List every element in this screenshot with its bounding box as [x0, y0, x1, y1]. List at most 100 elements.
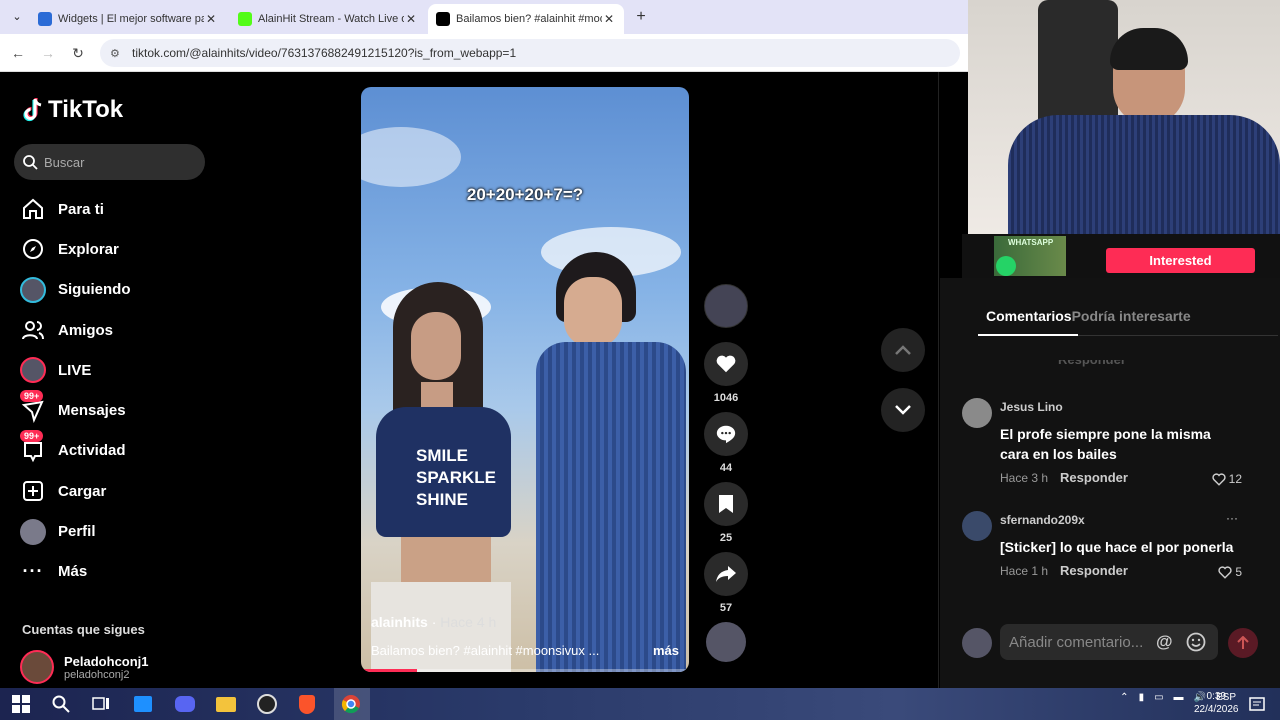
comment-username[interactable]: Jesus Lino	[1000, 400, 1063, 414]
new-tab-icon[interactable]: +	[632, 8, 650, 26]
sidebar-item-label: Cargar	[58, 482, 107, 500]
sidebar-item-cargar[interactable]: Cargar	[18, 471, 208, 511]
video-author[interactable]: alainhits	[371, 614, 428, 630]
sidebar-item-explorar[interactable]: Explorar	[18, 229, 208, 269]
panel-divider	[938, 72, 939, 688]
next-video-button[interactable]	[881, 388, 925, 432]
comment-like-button[interactable]: 12	[1212, 472, 1242, 486]
close-icon[interactable]: ✕	[404, 12, 418, 26]
comment-username[interactable]: sfernando209x	[1000, 513, 1085, 527]
following-avatar	[18, 275, 48, 305]
chrome-icon[interactable]	[340, 693, 362, 715]
close-icon[interactable]: ✕	[204, 12, 218, 26]
chevron-up-icon[interactable]: ⌃	[1120, 692, 1128, 703]
comment-button[interactable]	[704, 412, 748, 456]
emoji-icon[interactable]	[1186, 632, 1206, 652]
sidebar-item-label: Siguiendo	[58, 281, 131, 299]
sidebar-item-mensajes[interactable]: 99+ Mensajes	[18, 389, 208, 430]
forward-arrow-icon[interactable]: →	[38, 43, 58, 63]
site-settings-icon[interactable]: ⚙	[110, 47, 124, 60]
reply-button[interactable]: Responder	[1060, 470, 1128, 485]
save-button[interactable]	[704, 482, 748, 526]
tab-suggested[interactable]: Podría interesarte	[1072, 308, 1191, 324]
reply-button[interactable]: Responder	[1060, 563, 1128, 578]
video-progress-fill	[361, 669, 417, 672]
brave-icon[interactable]	[296, 693, 318, 715]
promo-thumbnail: WHATSAPP	[994, 236, 1066, 276]
tab-title: Widgets | El mejor software par	[58, 13, 204, 25]
sidebar-item-perfil[interactable]: Perfil	[18, 511, 208, 551]
compass-icon	[18, 234, 48, 264]
store-icon[interactable]	[132, 693, 154, 715]
share-button[interactable]	[704, 552, 748, 596]
sidebar-item-actividad[interactable]: 99+ Actividad	[18, 429, 208, 471]
heart-outline-icon	[1218, 565, 1232, 579]
mention-icon[interactable]: @	[1156, 632, 1173, 652]
usb-icon[interactable]: ▮	[1139, 692, 1145, 703]
tab-title: AlainHit Stream - Watch Live or	[258, 13, 404, 25]
search-input[interactable]: Buscar	[14, 144, 205, 180]
browser-tab[interactable]: Widgets | El mejor software par ✕	[30, 4, 226, 34]
comment-like-count: 5	[1235, 565, 1242, 579]
back-arrow-icon[interactable]: ←	[8, 43, 28, 63]
tab-comments[interactable]: Comentarios	[986, 308, 1072, 324]
sidebar-item-amigos[interactable]: Amigos	[18, 310, 208, 350]
browser-tab-active[interactable]: Bailamos bien? #alainhit #moon ✕	[428, 4, 624, 34]
previous-video-button[interactable]	[881, 328, 925, 372]
avatar[interactable]	[962, 398, 992, 428]
battery-icon[interactable]: ▬	[1174, 692, 1184, 703]
post-comment-button[interactable]	[1228, 628, 1258, 658]
clock-time: 0:39	[1206, 691, 1226, 702]
music-disc-avatar[interactable]	[706, 622, 746, 662]
windows-taskbar: ⌃ ▮ ▭ ▬ 🔊 ESP 0:39 22/4/2026	[0, 688, 1280, 720]
comment-time: Hace 3 h	[1000, 470, 1049, 485]
webcam-shirt	[1008, 115, 1280, 234]
video-description-row: Bailamos bien? #alainhit #moonsivux ... …	[371, 643, 679, 658]
windows-start-icon[interactable]	[10, 693, 32, 715]
widgets-favicon-icon	[38, 12, 52, 26]
heart-icon	[716, 355, 736, 373]
reload-icon[interactable]: ↻	[68, 43, 88, 63]
task-view-icon[interactable]	[90, 693, 112, 715]
close-icon[interactable]: ✕	[602, 12, 616, 26]
avatar[interactable]	[962, 511, 992, 541]
sidebar-item-mas[interactable]: ··· Más	[18, 552, 208, 592]
sidebar-item-live[interactable]: LIVE	[18, 350, 208, 390]
video-player[interactable]: 20+20+20+7=? SMILE SPARKLE SHINE alainhi…	[361, 87, 689, 672]
like-button[interactable]	[704, 342, 748, 386]
shirt-print-text: SMILE SPARKLE SHINE	[416, 446, 496, 509]
clock[interactable]: 0:39 22/4/2026	[1194, 690, 1239, 716]
comment-time: Hace 1 h	[1000, 563, 1049, 578]
network-icon[interactable]: ▭	[1154, 692, 1163, 703]
more-button[interactable]: más	[653, 643, 679, 658]
comment-text: El profe siempre pone la misma cara en l…	[1000, 426, 1211, 462]
chevron-down-icon	[895, 405, 911, 415]
share-count: 57	[719, 602, 733, 614]
author-avatar[interactable]	[704, 284, 748, 328]
video-progress-bar[interactable]	[361, 669, 689, 672]
interested-button[interactable]: Interested	[1106, 248, 1255, 273]
video-author-line: alainhits · Hace 4 h	[371, 614, 497, 630]
url-text: tiktok.com/@alainhits/video/763137688249…	[132, 46, 517, 60]
comment-like-button[interactable]: 5	[1218, 565, 1242, 579]
browser-tab[interactable]: AlainHit Stream - Watch Live or ✕	[230, 4, 426, 34]
more-options-icon[interactable]: ···	[1226, 511, 1238, 525]
file-explorer-icon[interactable]	[215, 693, 237, 715]
comments-tabs: Comentarios Podría interesarte	[986, 308, 1191, 324]
action-rail: 1046 44 25 57	[702, 284, 750, 662]
notifications-icon[interactable]	[1246, 693, 1268, 715]
obs-icon[interactable]	[256, 693, 278, 715]
tab-search-dropdown-icon[interactable]: ⌄	[8, 8, 26, 26]
webcam-hair	[1110, 28, 1188, 70]
promo-label: WHATSAPP	[1008, 238, 1054, 247]
sidebar-item-siguiendo[interactable]: Siguiendo	[18, 270, 208, 310]
sidebar-item-para-ti[interactable]: Para ti	[18, 189, 208, 229]
tiktok-logo[interactable]: TikTok	[22, 96, 123, 124]
partial-reply-link[interactable]: Responder	[1058, 360, 1126, 368]
messages-icon: 99+	[18, 389, 48, 426]
url-field[interactable]: ⚙ tiktok.com/@alainhits/video/7631376882…	[100, 39, 960, 67]
search-icon[interactable]	[50, 693, 72, 715]
discord-icon[interactable]	[174, 693, 196, 715]
followed-account[interactable]: Peladohconj1 peladohconj2	[20, 650, 149, 684]
tiktok-page: TikTok Buscar Para ti Explorar Siguiendo	[0, 72, 968, 688]
